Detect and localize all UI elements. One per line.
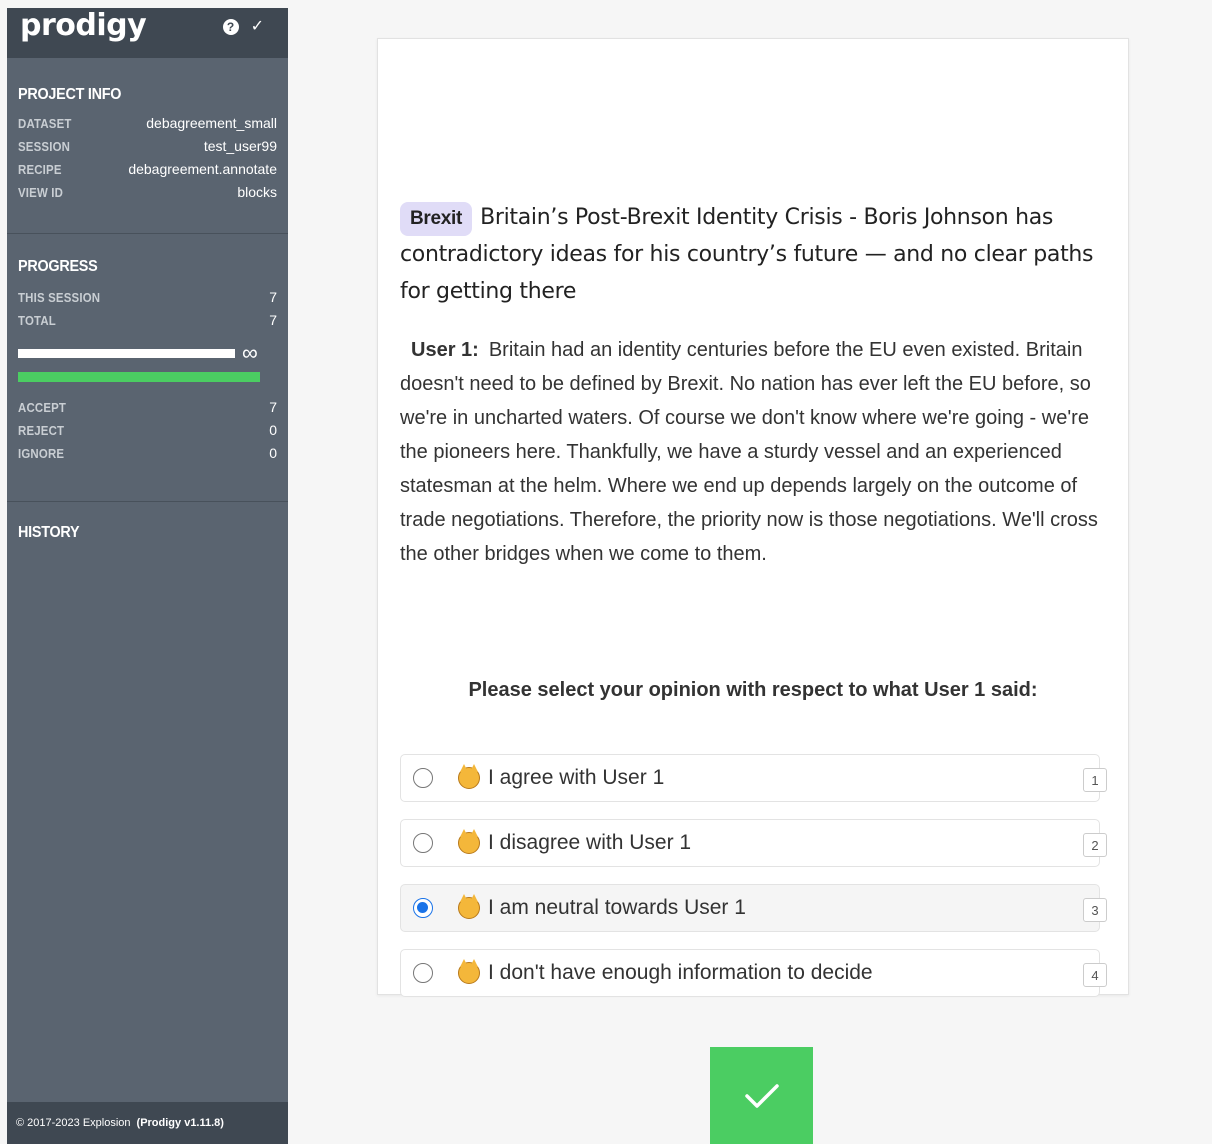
option-label: I don't have enough information to decid… <box>488 961 873 984</box>
info-key: TOTAL <box>18 313 56 328</box>
keyboard-shortcut-badge: 2 <box>1083 833 1107 857</box>
sidebar: prodigy ? ✓ PROJECT INFO DATASET debagre… <box>7 8 288 1144</box>
history-section: HISTORY <box>7 502 288 542</box>
pouting-cat-icon <box>458 829 480 854</box>
option-disagree[interactable]: I disagree with User 1 2 <box>400 819 1107 867</box>
info-key: SESSION <box>18 139 71 154</box>
neutral-cat-icon <box>458 894 480 919</box>
topic-tag: Brexit <box>400 202 473 236</box>
annotation-card: Brexit Britain’s Post-Brexit Identity Cri… <box>377 38 1129 997</box>
option-label: I agree with User 1 <box>488 766 665 789</box>
checkmark-icon <box>744 1083 779 1108</box>
keyboard-shortcut-badge: 4 <box>1083 963 1107 987</box>
help-icon[interactable]: ? <box>222 19 239 35</box>
info-value: blocks <box>237 184 277 200</box>
info-row-recipe: RECIPE debagreement.annotate <box>18 158 277 181</box>
info-value: 7 <box>269 289 277 305</box>
infinity-icon: ∞ <box>242 340 258 365</box>
keyboard-shortcut-badge: 3 <box>1083 898 1107 922</box>
footer: © 2017-2023 Explosion (Prodigy v1.11.8) <box>7 1102 288 1144</box>
info-key: DATASET <box>18 116 72 131</box>
radio-button[interactable] <box>413 768 433 788</box>
option-label: I disagree with User 1 <box>488 831 692 854</box>
weary-cat-icon <box>458 959 480 984</box>
progress-section: PROGRESS THIS SESSION 7 TOTAL 7 ∞ ACCEPT… <box>7 234 288 502</box>
info-row-view-id: VIEW ID blocks <box>18 181 277 204</box>
question-text: Please select your opinion with respect … <box>468 679 1038 701</box>
keyboard-shortcut-badge: 1 <box>1083 768 1107 792</box>
accept-button[interactable] <box>710 1047 813 1144</box>
info-key: VIEW ID <box>18 185 64 200</box>
progress-bar: ∞ <box>18 340 277 365</box>
task-body-text: Britain had an identity centuries before… <box>400 339 1098 565</box>
option-agree[interactable]: I agree with User 1 1 <box>400 754 1107 802</box>
info-row-session: SESSION test_user99 <box>18 135 277 158</box>
option-label: I am neutral towards User 1 <box>488 896 746 919</box>
task-title: Brexit Britain’s Post-Brexit Identity Cri… <box>400 199 1100 310</box>
count-row-reject: REJECT 0 <box>18 419 277 442</box>
history-title[interactable]: HISTORY <box>18 524 251 542</box>
info-value: debagreement.annotate <box>128 161 277 177</box>
version-text: (Prodigy v1.11.8) <box>136 1117 224 1129</box>
task-body: User 1: Britain had an identity centuries… <box>400 333 1112 571</box>
info-key: ACCEPT <box>18 400 67 415</box>
copyright-text: © 2017-2023 Explosion <box>16 1117 131 1129</box>
progress-row-this-session: THIS SESSION 7 <box>18 286 277 309</box>
info-key: IGNORE <box>18 446 65 461</box>
sidebar-header: prodigy ? ✓ <box>7 8 288 58</box>
info-key: RECIPE <box>18 162 62 177</box>
info-value: debagreement_small <box>146 115 277 131</box>
info-key: THIS SESSION <box>18 290 101 305</box>
accept-ratio-bar <box>18 372 260 382</box>
radio-button[interactable] <box>413 963 433 983</box>
option-not-enough-info[interactable]: I don't have enough information to decid… <box>400 949 1107 997</box>
info-key: REJECT <box>18 423 65 438</box>
app-logo: prodigy <box>20 8 147 43</box>
info-value: 0 <box>269 422 277 438</box>
choice-options: I agree with User 1 1 I disagree with Us… <box>400 754 1107 1014</box>
radio-button-selected[interactable] <box>413 898 433 918</box>
radio-button[interactable] <box>413 833 433 853</box>
info-value: 0 <box>269 445 277 461</box>
info-value: 7 <box>269 399 277 415</box>
count-row-accept: ACCEPT 7 <box>18 396 277 419</box>
info-value: 7 <box>269 312 277 328</box>
option-neutral[interactable]: I am neutral towards User 1 3 <box>400 884 1107 932</box>
progress-title: PROGRESS <box>18 258 98 275</box>
progress-row-total: TOTAL 7 <box>18 309 277 332</box>
smiling-cat-icon <box>458 764 480 789</box>
task-title-text: Britain’s Post-Brexit Identity Crisis - … <box>400 205 1094 304</box>
info-value: test_user99 <box>203 138 277 154</box>
progress-bar-fill <box>18 348 235 358</box>
check-icon[interactable]: ✓ <box>251 19 264 35</box>
project-info-title: PROJECT INFO <box>18 86 122 103</box>
project-info-section: PROJECT INFO DATASET debagreement_small … <box>7 58 288 234</box>
user-label: User 1: <box>411 339 479 361</box>
info-row-dataset: DATASET debagreement_small <box>18 112 277 135</box>
count-row-ignore: IGNORE 0 <box>18 442 277 465</box>
